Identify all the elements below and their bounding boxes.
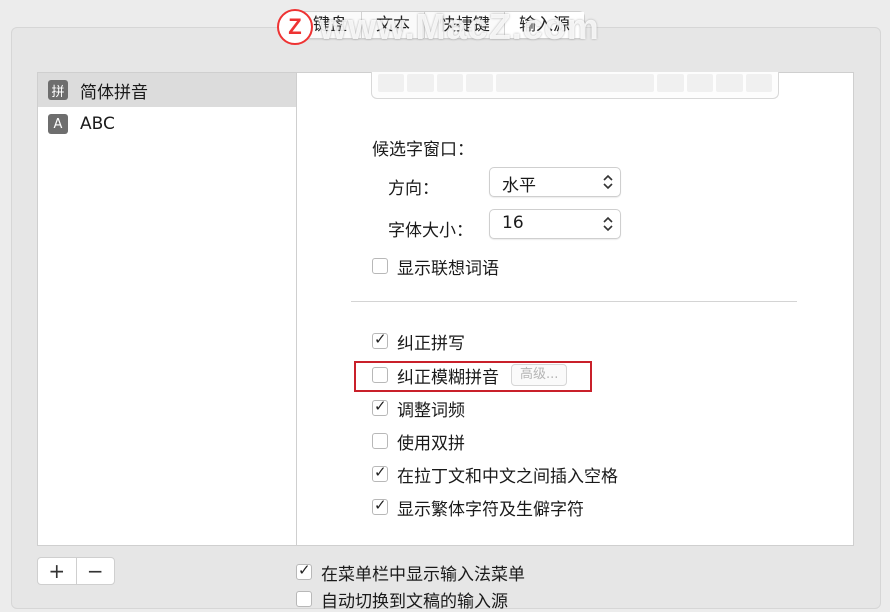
input-source-label: ABC bbox=[80, 114, 115, 134]
direction-label: 方向： bbox=[388, 179, 439, 199]
checkmark-icon: ✓ bbox=[374, 397, 387, 415]
remove-input-source-button[interactable]: − bbox=[77, 558, 115, 584]
direction-select[interactable]: 水平 bbox=[489, 167, 621, 197]
divider bbox=[351, 301, 797, 302]
show-menu-checkbox[interactable]: ✓ bbox=[296, 561, 312, 580]
checkmark-icon: ✓ bbox=[298, 561, 311, 579]
auto-switch-option[interactable]: 自动切换到文稿的输入源 bbox=[296, 587, 508, 612]
chevron-updown-icon bbox=[603, 216, 613, 232]
correct-spelling-label: 纠正拼写 bbox=[397, 333, 465, 354]
input-source-label: 简体拼音 bbox=[80, 82, 148, 103]
adjust-frequency-option[interactable]: ✓ 调整词频 bbox=[372, 396, 465, 421]
show-predictive-label: 显示联想词语 bbox=[397, 258, 499, 279]
double-pinyin-label: 使用双拼 bbox=[397, 433, 465, 454]
show-traditional-checkbox[interactable]: ✓ bbox=[372, 496, 388, 515]
show-traditional-label: 显示繁体字符及生僻字符 bbox=[397, 499, 584, 520]
tab-bar: 键盘 文本 快捷键 输入源 bbox=[298, 11, 585, 39]
abc-keyboard-icon: A bbox=[48, 114, 68, 134]
chevron-updown-icon bbox=[603, 174, 613, 190]
tab-text[interactable]: 文本 bbox=[362, 12, 425, 38]
input-source-abc[interactable]: A ABC bbox=[38, 107, 296, 141]
insert-space-checkbox[interactable]: ✓ bbox=[372, 463, 388, 482]
show-menu-option[interactable]: ✓ 在菜单栏中显示输入法菜单 bbox=[296, 560, 525, 585]
tab-shortcuts[interactable]: 快捷键 bbox=[425, 12, 505, 38]
show-predictive-checkbox[interactable] bbox=[372, 258, 388, 274]
input-source-list: 拼 简体拼音 A ABC bbox=[37, 72, 296, 546]
tab-input-sources[interactable]: 输入源 bbox=[505, 12, 584, 38]
font-size-select[interactable]: 16 bbox=[489, 209, 621, 239]
double-pinyin-checkbox[interactable] bbox=[372, 433, 388, 449]
insert-space-option[interactable]: ✓ 在拉丁文和中文之间插入空格 bbox=[372, 462, 618, 487]
keyboard-preview bbox=[371, 72, 779, 99]
adjust-frequency-checkbox[interactable]: ✓ bbox=[372, 397, 388, 416]
correct-spelling-checkbox[interactable]: ✓ bbox=[372, 330, 388, 349]
show-predictive-option[interactable]: 显示联想词语 bbox=[372, 254, 499, 279]
pinyin-icon: 拼 bbox=[48, 80, 68, 100]
correct-spelling-option[interactable]: ✓ 纠正拼写 bbox=[372, 329, 465, 354]
checkmark-icon: ✓ bbox=[374, 463, 387, 481]
font-size-value: 16 bbox=[502, 213, 524, 233]
checkmark-icon: ✓ bbox=[374, 330, 387, 348]
candidate-window-heading: 候选字窗口： bbox=[372, 140, 474, 160]
double-pinyin-option[interactable]: 使用双拼 bbox=[372, 429, 465, 454]
auto-switch-label: 自动切换到文稿的输入源 bbox=[321, 591, 508, 612]
checkmark-icon: ✓ bbox=[374, 496, 387, 514]
adjust-frequency-label: 调整词频 bbox=[397, 400, 465, 421]
auto-switch-checkbox[interactable] bbox=[296, 591, 312, 607]
show-menu-label: 在菜单栏中显示输入法菜单 bbox=[321, 564, 525, 585]
input-source-settings: 候选字窗口： 方向： 水平 字体大小： 16 显示联想词语 ✓ 纠正拼写 纠正模… bbox=[296, 72, 854, 546]
show-traditional-option[interactable]: ✓ 显示繁体字符及生僻字符 bbox=[372, 495, 584, 520]
fuzzy-pinyin-highlight bbox=[354, 361, 592, 392]
insert-space-label: 在拉丁文和中文之间插入空格 bbox=[397, 466, 618, 487]
font-size-label: 字体大小： bbox=[388, 221, 473, 241]
direction-value: 水平 bbox=[502, 176, 536, 196]
tab-keyboard[interactable]: 键盘 bbox=[299, 12, 362, 38]
add-remove-control: + − bbox=[37, 557, 115, 585]
add-input-source-button[interactable]: + bbox=[38, 558, 77, 584]
input-source-pinyin[interactable]: 拼 简体拼音 bbox=[38, 73, 296, 107]
